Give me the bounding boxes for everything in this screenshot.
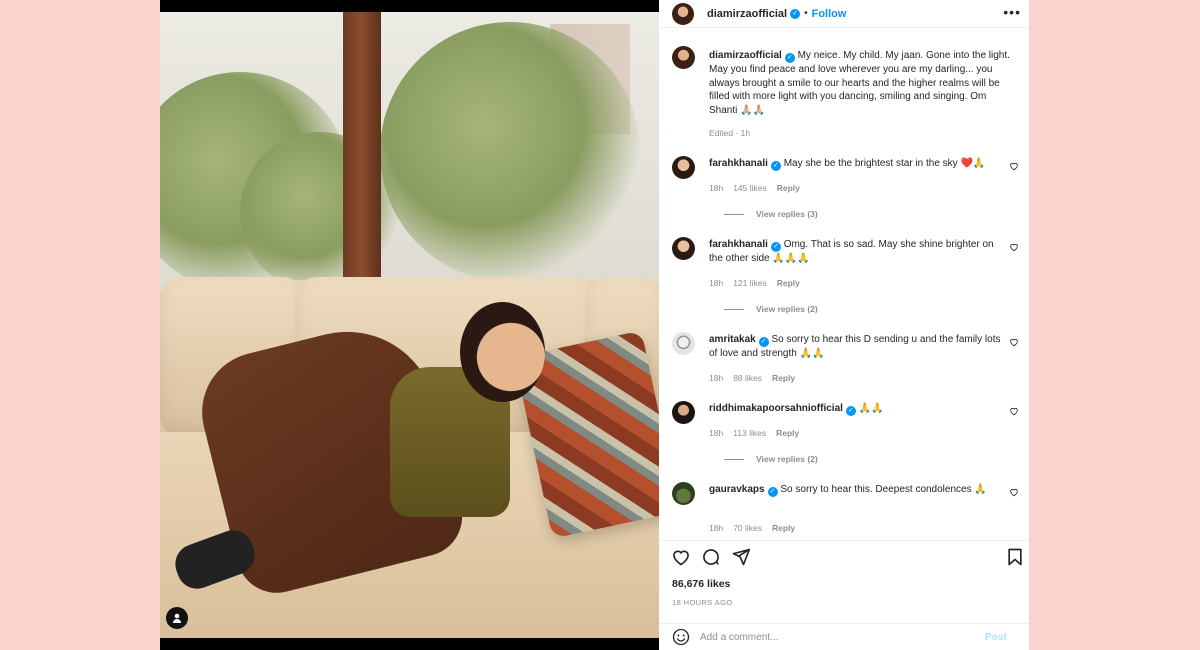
verified-badge-icon: ✓ [770, 161, 781, 171]
avatar[interactable] [672, 482, 695, 505]
photo-beam [343, 12, 381, 292]
comment-username[interactable]: riddhimakapoorsahniofficial [709, 403, 843, 414]
photo-image [160, 12, 659, 638]
follow-button[interactable]: Follow [812, 8, 847, 20]
verified-badge-icon: ✓ [758, 337, 769, 347]
post-timestamp: 18 HOURS AGO [672, 598, 733, 607]
emoji-icon[interactable] [672, 628, 690, 646]
view-replies-button[interactable]: View replies (2) [724, 304, 818, 314]
heart-icon[interactable] [1009, 242, 1019, 252]
reply-button[interactable]: Reply [772, 373, 795, 383]
comment-body: amritakak ✓ So sorry to hear this D sendi… [709, 333, 1009, 361]
comment-text: May she be the brightest star in the sky… [783, 158, 986, 169]
verified-badge-icon: ✓ [770, 242, 781, 252]
view-replies-button[interactable]: View replies (3) [724, 209, 818, 219]
reply-button[interactable]: Reply [777, 278, 800, 288]
comment-meta: 18h 121 likes Reply [709, 278, 800, 288]
view-replies-line [724, 213, 744, 215]
share-icon[interactable] [731, 547, 751, 567]
comment-meta: 18h 145 likes Reply [709, 183, 800, 193]
action-bar [659, 541, 1029, 571]
verified-badge-icon: ✓ [845, 406, 856, 416]
avatar[interactable] [672, 46, 695, 69]
verified-badge-icon: ✓ [767, 487, 778, 497]
separator-dot: • [804, 8, 808, 19]
add-comment-bar: Post [659, 624, 1029, 650]
comment-time: 18h [709, 428, 724, 438]
view-replies-label: View replies (2) [756, 454, 818, 464]
avatar[interactable] [672, 332, 695, 355]
comment-time: 18h [709, 523, 724, 533]
photo-foliage [380, 22, 640, 282]
avatar[interactable] [672, 401, 695, 424]
view-replies-label: View replies (2) [756, 304, 818, 314]
caption-body: diamirzaofficial ✓ My neice. My child. My… [709, 49, 1014, 117]
heart-icon[interactable] [1009, 487, 1019, 497]
comment-item: riddhimakapoorsahniofficial ✓ 🙏🙏 18h 113 … [672, 401, 1022, 464]
comment-likes[interactable]: 88 likes [733, 373, 762, 383]
reply-button[interactable]: Reply [776, 428, 799, 438]
comments-scroll[interactable]: diamirzaofficial ✓ My neice. My child. My… [659, 28, 1029, 540]
post-detail-panel: diamirzaofficial ✓ • Follow ••• diamirza… [659, 0, 1029, 650]
comment-item: farahkhanali ✓ May she be the brightest s… [672, 156, 1022, 219]
user-tag-icon[interactable] [166, 607, 188, 629]
comment-item: gauravkaps ✓ So sorry to hear this. Deepe… [672, 482, 1022, 540]
comment-time: 18h [709, 278, 724, 288]
comment-text: So sorry to hear this. Deepest condolenc… [780, 484, 987, 495]
view-replies-button[interactable]: View replies (2) [724, 454, 818, 464]
heart-icon[interactable] [671, 547, 691, 567]
comment-username[interactable]: farahkhanali [709, 158, 768, 169]
caption-meta: Edited · 1h [709, 128, 751, 138]
heart-icon[interactable] [1009, 161, 1019, 171]
comment-likes[interactable]: 145 likes [733, 183, 767, 193]
avatar[interactable] [672, 2, 694, 25]
comment-likes[interactable]: 113 likes [733, 428, 766, 438]
post-comment-button[interactable]: Post [985, 632, 1007, 643]
comment-username[interactable]: gauravkaps [709, 484, 765, 495]
reply-button[interactable]: Reply [772, 523, 795, 533]
comment-meta: 18h 70 likes Reply [709, 523, 795, 533]
post-photo[interactable] [160, 0, 659, 650]
header-username[interactable]: diamirzaofficial [707, 8, 787, 20]
comment-body: farahkhanali ✓ May she be the brightest s… [709, 157, 1009, 171]
reply-button[interactable]: Reply [777, 183, 800, 193]
post-header: diamirzaofficial ✓ • Follow ••• [659, 0, 1029, 27]
avatar[interactable] [672, 237, 695, 260]
comment-text: 🙏🙏 [858, 403, 884, 414]
view-replies-line [724, 458, 744, 460]
comment-likes[interactable]: 70 likes [733, 523, 762, 533]
comment-username[interactable]: farahkhanali [709, 239, 768, 250]
comment-item: farahkhanali ✓ Omg. That is so sad. May s… [672, 237, 1022, 317]
comment-body: riddhimakapoorsahniofficial ✓ 🙏🙏 [709, 402, 1009, 416]
heart-icon[interactable] [1009, 337, 1019, 347]
caption-username[interactable]: diamirzaofficial [709, 50, 782, 61]
likes-count[interactable]: 86,676 likes [672, 578, 730, 590]
comment-username[interactable]: amritakak [709, 334, 756, 345]
bookmark-icon[interactable] [1005, 547, 1025, 567]
comment-item: amritakak ✓ So sorry to hear this D sendi… [672, 332, 1022, 392]
photo-person-head [460, 302, 545, 402]
verified-badge-icon: ✓ [790, 8, 801, 19]
comment-input[interactable] [700, 631, 985, 643]
avatar[interactable] [672, 156, 695, 179]
verified-badge-icon: ✓ [784, 53, 795, 63]
view-replies-label: View replies (3) [756, 209, 818, 219]
comment-body: farahkhanali ✓ Omg. That is so sad. May s… [709, 238, 1009, 266]
more-options-icon[interactable]: ••• [1003, 4, 1021, 20]
comment-meta: 18h 113 likes Reply [709, 428, 799, 438]
comment-time: 18h [709, 373, 724, 383]
view-replies-line [724, 308, 744, 310]
comment-likes[interactable]: 121 likes [733, 278, 767, 288]
heart-icon[interactable] [1009, 406, 1019, 416]
comment-icon[interactable] [701, 547, 721, 567]
comment-body: gauravkaps ✓ So sorry to hear this. Deepe… [709, 483, 1009, 497]
comment-meta: 18h 88 likes Reply [709, 373, 795, 383]
comment-time: 18h [709, 183, 724, 193]
